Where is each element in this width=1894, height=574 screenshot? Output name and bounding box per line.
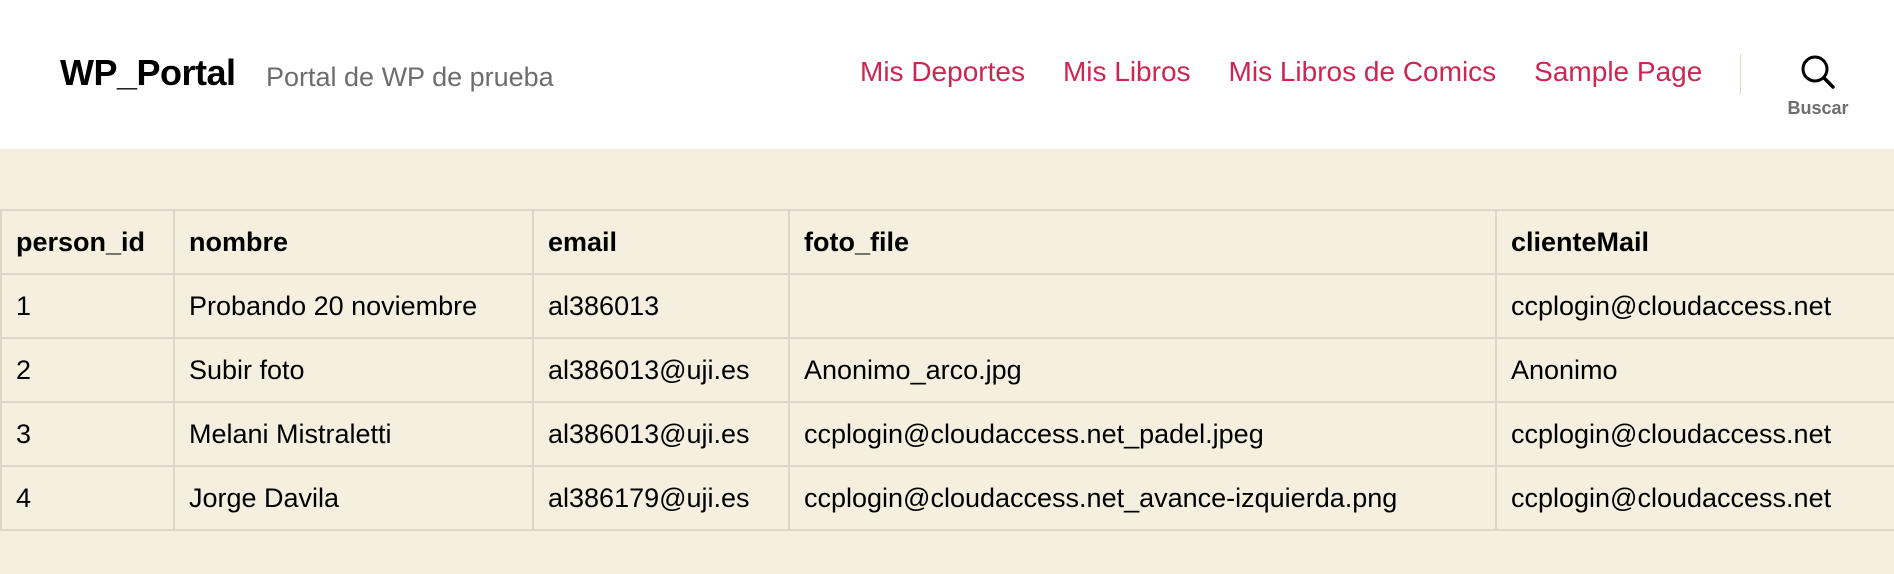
table-cell: ccplogin@cloudaccess.net: [1495, 401, 1894, 467]
table-cell: 4: [0, 465, 175, 531]
nav-divider: [1740, 54, 1741, 94]
table-row: 4 Jorge Davila al386179@uji.es ccplogin@…: [0, 465, 1894, 531]
table-cell: ccplogin@cloudaccess.net: [1495, 465, 1894, 531]
table-cell: ccplogin@cloudaccess.net_padel.jpeg: [788, 401, 1497, 467]
table-cell: ccplogin@cloudaccess.net: [1495, 273, 1894, 339]
table-cell: al386013@uji.es: [532, 401, 790, 467]
column-header-clientemail: clienteMail: [1495, 209, 1894, 275]
column-header-foto-file: foto_file: [788, 209, 1497, 275]
search-label: Buscar: [1787, 98, 1849, 118]
column-header-email: email: [532, 209, 790, 275]
table-row: 3 Melani Mistraletti al386013@uji.es ccp…: [0, 401, 1894, 467]
table-cell: Melani Mistraletti: [173, 401, 534, 467]
table-cell: 2: [0, 337, 175, 403]
table-cell: al386013: [532, 273, 790, 339]
table-header-row: person_id nombre email foto_file cliente…: [0, 209, 1894, 275]
table-row: 2 Subir foto al386013@uji.es Anonimo_arc…: [0, 337, 1894, 403]
table-cell: Jorge Davila: [173, 465, 534, 531]
search-icon: [1780, 54, 1856, 90]
data-table: person_id nombre email foto_file cliente…: [0, 209, 1894, 531]
nav-item-sample-page[interactable]: Sample Page: [1534, 56, 1702, 88]
table-cell: Anonimo_arco.jpg: [788, 337, 1497, 403]
table-cell: 1: [0, 273, 175, 339]
search-toggle-button[interactable]: Buscar: [1780, 54, 1856, 126]
column-header-person-id: person_id: [0, 209, 175, 275]
table-cell: Subir foto: [173, 337, 534, 403]
nav-item-mis-deportes[interactable]: Mis Deportes: [860, 56, 1025, 88]
table-cell: Anonimo: [1495, 337, 1894, 403]
table-cell: al386179@uji.es: [532, 465, 790, 531]
table-cell: ccplogin@cloudaccess.net_avance-izquierd…: [788, 465, 1497, 531]
nav-item-mis-libros[interactable]: Mis Libros: [1063, 56, 1191, 88]
main-content: person_id nombre email foto_file cliente…: [0, 209, 1894, 531]
site-title[interactable]: WP_Portal: [60, 52, 236, 94]
table-cell: al386013@uji.es: [532, 337, 790, 403]
table-cell: Probando 20 noviembre: [173, 273, 534, 339]
column-header-nombre: nombre: [173, 209, 534, 275]
table-cell: 3: [0, 401, 175, 467]
site-header: WP_Portal Portal de WP de prueba Mis Dep…: [0, 0, 1894, 149]
site-description: Portal de WP de prueba: [266, 62, 554, 92]
nav-item-mis-libros-de-comics[interactable]: Mis Libros de Comics: [1229, 56, 1497, 88]
primary-nav: Mis Deportes Mis Libros Mis Libros de Co…: [860, 56, 1702, 88]
table-cell: [788, 273, 1497, 339]
table-row: 1 Probando 20 noviembre al386013 ccplogi…: [0, 273, 1894, 339]
